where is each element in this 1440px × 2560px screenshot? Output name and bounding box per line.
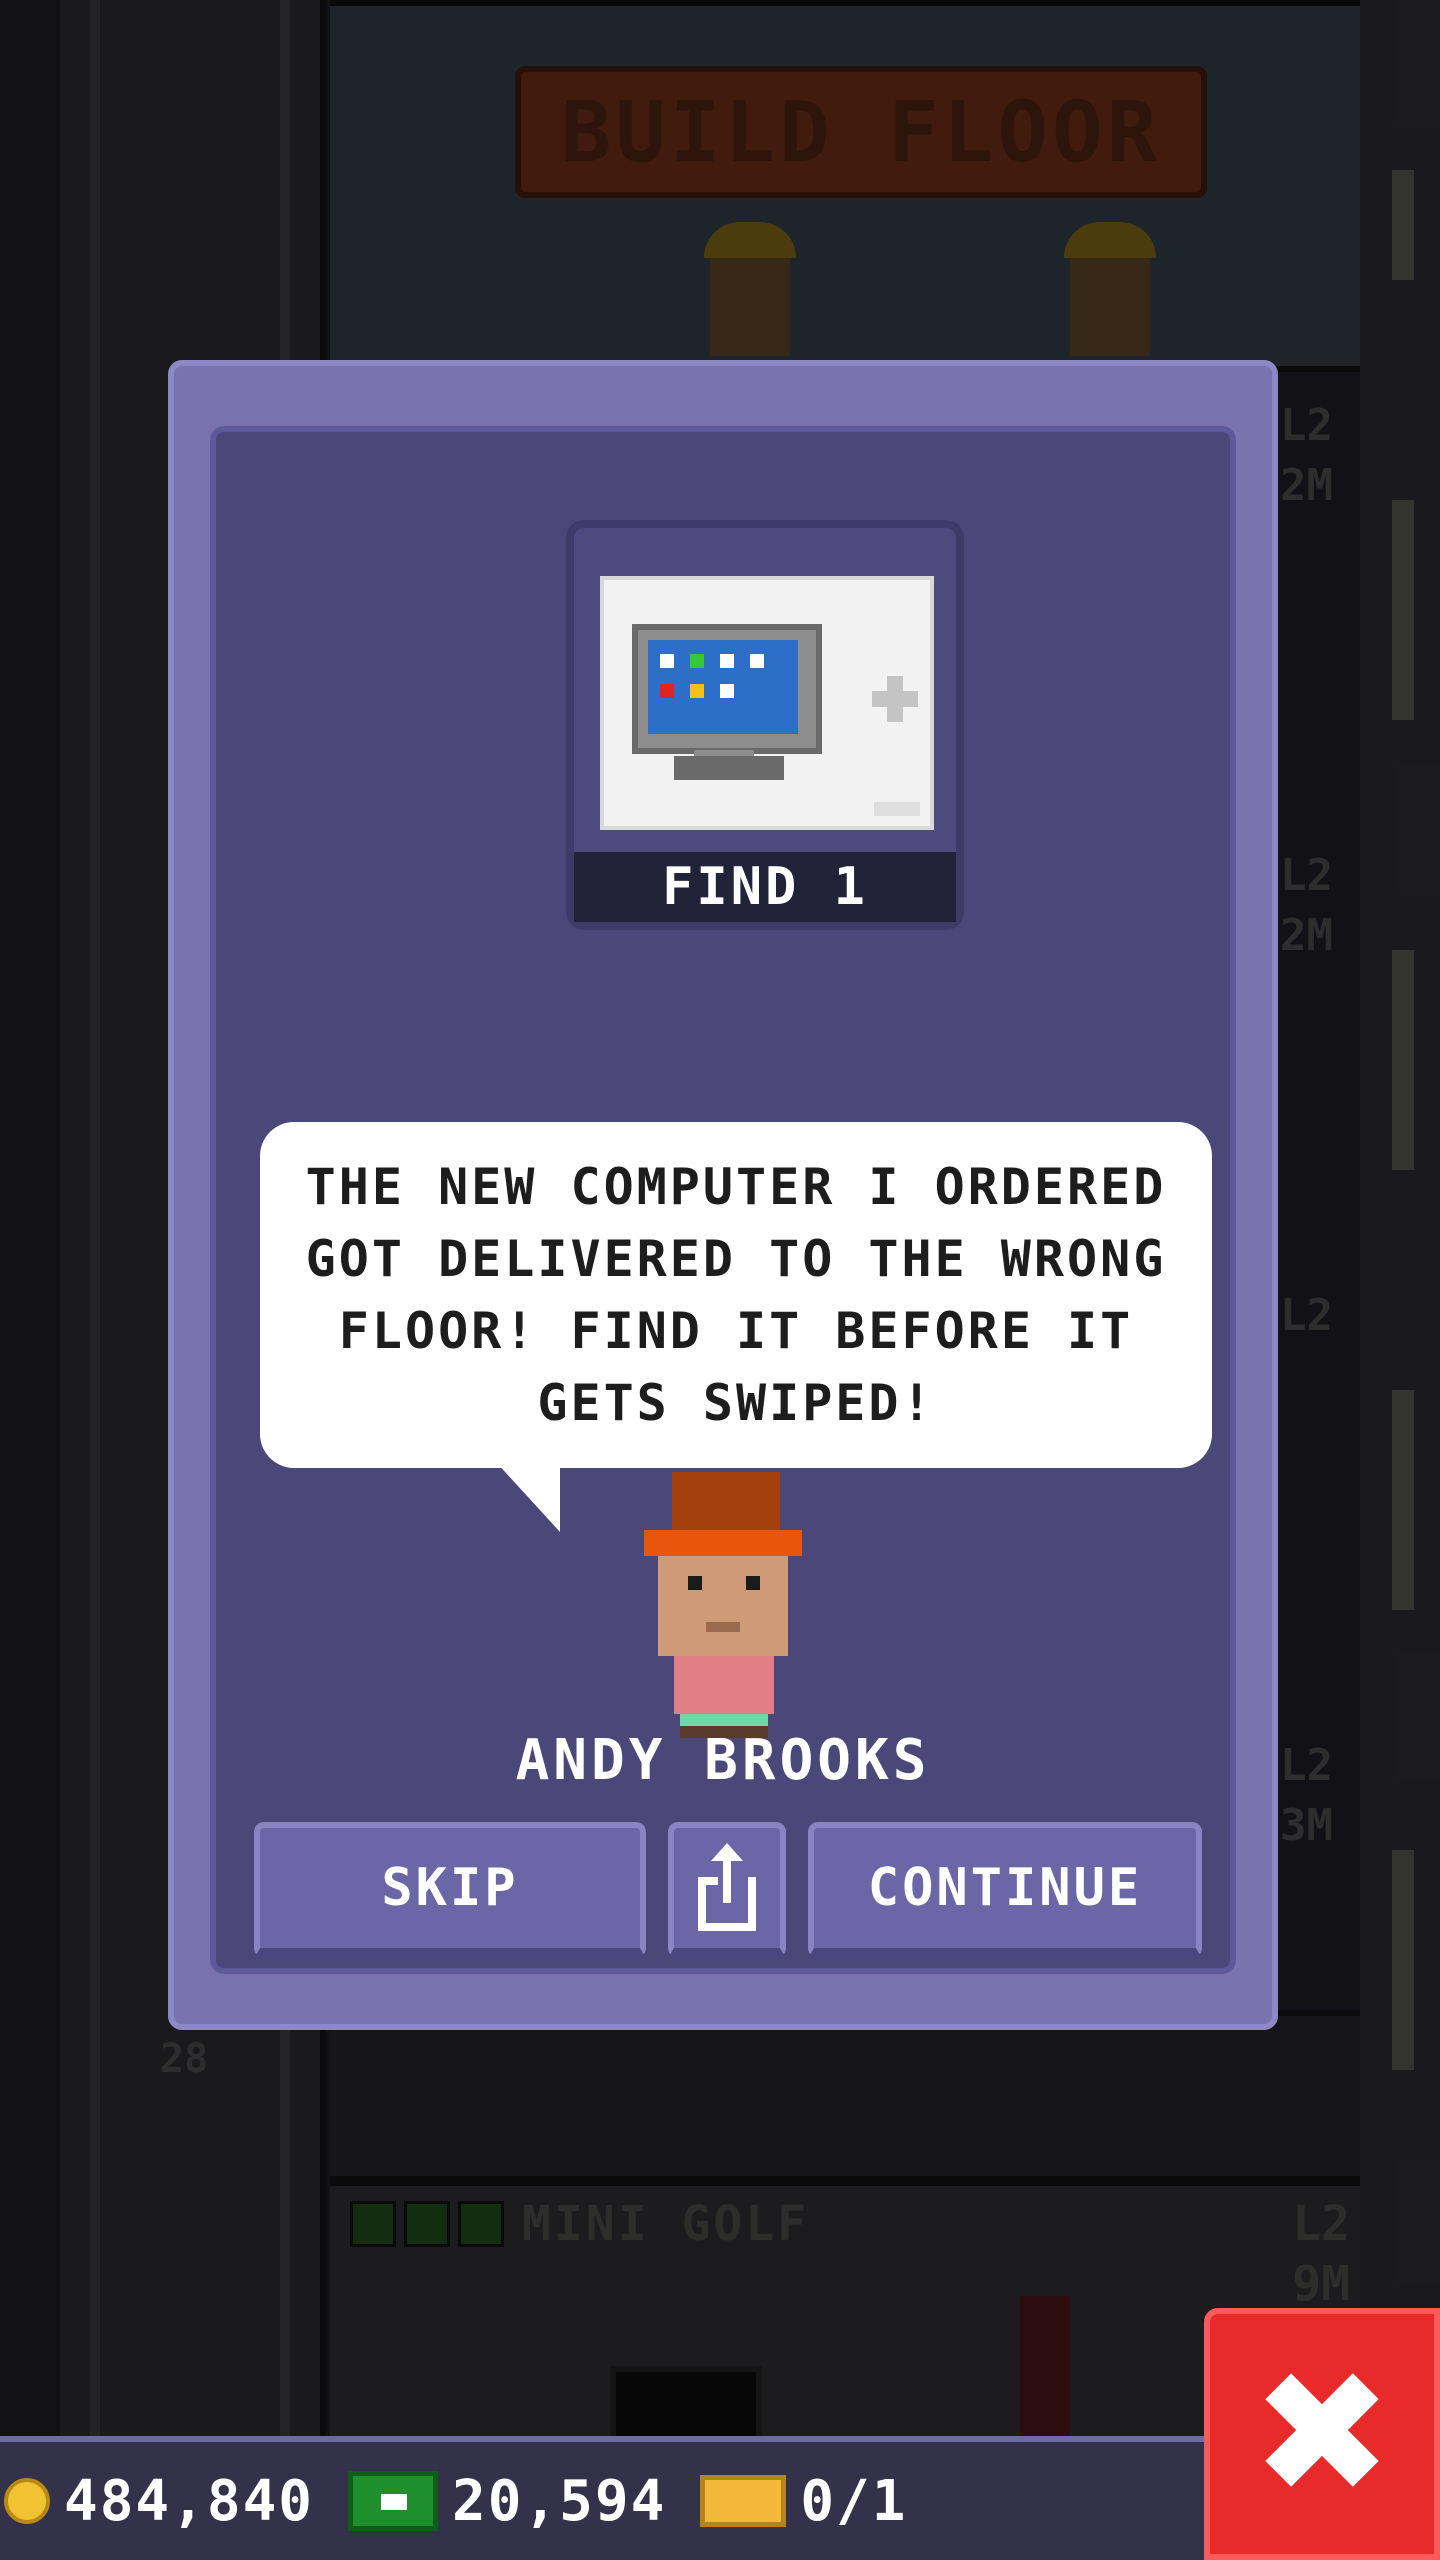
computer-icon bbox=[632, 624, 822, 754]
build-floor-sign[interactable]: BUILD FLOOR bbox=[515, 66, 1207, 198]
skip-button[interactable]: SKIP bbox=[254, 1822, 646, 1958]
floor-height-tag: 2M bbox=[1280, 460, 1333, 511]
speech-bubble: THE NEW COMPUTER I ORDERED GOT DELIVERED… bbox=[260, 1122, 1212, 1468]
share-icon bbox=[692, 1843, 762, 1933]
floor-height: 9M bbox=[1292, 2256, 1350, 2312]
floor-level-tag: L2 bbox=[1280, 850, 1333, 901]
find-count-label: FIND 1 bbox=[574, 852, 956, 922]
elevator-rail bbox=[90, 0, 100, 2440]
mission-dialog: FIND 1 THE NEW COMPUTER I ORDERED GOT DE… bbox=[168, 360, 1278, 2030]
floor-height-tag: 3M bbox=[1280, 1800, 1333, 1851]
scrollbar-track bbox=[1360, 0, 1440, 2440]
find-item-card: FIND 1 bbox=[566, 520, 964, 930]
currency-bar: 484,840 20,594 0/1 bbox=[0, 2436, 1210, 2560]
tower-bux-icon[interactable] bbox=[348, 2471, 439, 2531]
computer-item-image bbox=[600, 576, 934, 830]
close-button[interactable]: ✖ bbox=[1204, 2308, 1440, 2560]
scroll-marker bbox=[1392, 950, 1414, 1170]
ticket-count: 0/1 bbox=[800, 2468, 908, 2534]
scroll-marker bbox=[1392, 500, 1414, 720]
golf-decoration bbox=[1020, 2296, 1070, 2446]
mission-dialog-panel: FIND 1 THE NEW COMPUTER I ORDERED GOT DE… bbox=[210, 426, 1236, 1974]
skip-button-label: SKIP bbox=[381, 1858, 519, 1918]
scroll-marker bbox=[1392, 1390, 1414, 1610]
character-name: ANDY BROOKS bbox=[515, 1728, 931, 1793]
ticket-icon[interactable] bbox=[700, 2475, 787, 2527]
floor-level-tag: L2 bbox=[1280, 400, 1333, 451]
close-icon: ✖ bbox=[1250, 2335, 1394, 2533]
clock-icon bbox=[350, 2201, 396, 2247]
box-slot bbox=[874, 802, 920, 816]
floor-name: MINI GOLF bbox=[522, 2196, 810, 2252]
scroll-marker bbox=[1392, 170, 1414, 280]
floor-level-tag: L2 bbox=[1280, 1740, 1333, 1791]
bux-count: 20,594 bbox=[452, 2468, 667, 2534]
construction-worker bbox=[704, 222, 796, 356]
floor-status-row: MINI GOLF bbox=[350, 2196, 809, 2252]
floor-number: 28 bbox=[160, 2036, 209, 2082]
floor-level-tag: L2 bbox=[1280, 1290, 1333, 1341]
monitor-stand bbox=[674, 756, 784, 780]
floor-level: L2 bbox=[1292, 2196, 1350, 2252]
scroll-marker bbox=[1392, 1850, 1414, 2070]
speech-bubble-tail bbox=[496, 1462, 560, 1532]
coin-icon bbox=[4, 2478, 50, 2524]
build-floor[interactable]: BUILD FLOOR bbox=[330, 0, 1360, 372]
continue-button-label: CONTINUE bbox=[867, 1858, 1143, 1918]
check-icon bbox=[458, 2201, 504, 2247]
share-button[interactable] bbox=[668, 1822, 786, 1958]
residential-floor[interactable]: 28 bbox=[160, 2010, 1360, 2182]
construction-worker bbox=[1064, 222, 1156, 356]
plus-icon bbox=[872, 676, 918, 722]
check-icon bbox=[404, 2201, 450, 2247]
character-avatar bbox=[644, 1472, 804, 1738]
continue-button[interactable]: CONTINUE bbox=[808, 1822, 1202, 1958]
coin-count: 484,840 bbox=[64, 2468, 315, 2534]
floor-height-tag: 2M bbox=[1280, 910, 1333, 961]
dialog-text: THE NEW COMPUTER I ORDERED GOT DELIVERED… bbox=[305, 1158, 1167, 1432]
